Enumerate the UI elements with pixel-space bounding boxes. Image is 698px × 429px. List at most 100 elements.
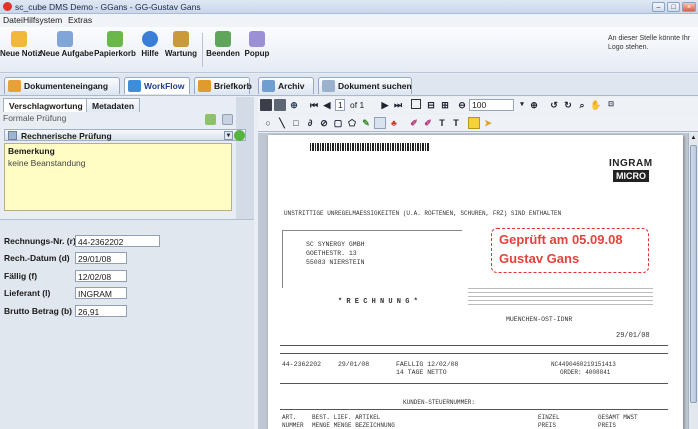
tab-workflow[interactable]: WorkFlow <box>124 77 190 94</box>
fit-width-icon[interactable]: ⊟ <box>425 99 437 111</box>
confirm-icon[interactable] <box>205 114 216 125</box>
main-toolbar: Neue Notiz Neue Aufgabe Papierkorb Hilfe… <box>0 27 698 73</box>
last-page-icon[interactable]: ⏭ <box>392 99 404 111</box>
trash-icon <box>107 31 123 47</box>
no-entry-tool-icon[interactable]: ⊘ <box>318 117 330 129</box>
new-task-button[interactable]: Neue Aufgabe <box>40 31 94 58</box>
due-date-field[interactable]: 12/02/08 <box>75 270 127 282</box>
text-alt-tool-icon[interactable]: T <box>450 117 462 129</box>
scroll-up-icon[interactable]: ▲ <box>690 134 697 142</box>
maintenance-button[interactable]: Wartung <box>163 31 199 58</box>
rotate-right-icon[interactable]: ↻ <box>562 99 574 111</box>
app-icon <box>3 2 12 11</box>
new-note-button[interactable]: Neue Notiz <box>0 31 41 58</box>
due-date-label: Fällig (f) <box>4 271 38 281</box>
close-window-button[interactable]: × <box>682 2 696 12</box>
print-icon[interactable] <box>274 99 286 111</box>
table-top-line <box>280 345 668 346</box>
color-fill-icon[interactable] <box>468 117 480 129</box>
address-line-2: GOETHESTR. 13 <box>306 250 357 257</box>
row-terms: 14 TAGE NETTO <box>396 369 447 376</box>
subtab-verschlagwortung[interactable]: Verschlagwortung <box>3 98 89 112</box>
scrollbar-thumb[interactable] <box>690 145 697 403</box>
minimize-button[interactable]: – <box>652 2 665 12</box>
help-button[interactable]: Hilfe <box>140 31 160 58</box>
inbox-icon <box>8 80 21 92</box>
highlight-tool-icon[interactable]: ✐ <box>408 117 420 129</box>
document-header-line: UNSTRITTIGE UNREGELMAESSIGKEITEN (U.A. R… <box>284 210 562 217</box>
previous-page-icon[interactable]: ◀ <box>321 99 333 111</box>
first-page-icon[interactable]: ⏮ <box>308 99 320 111</box>
rectangle-tool-icon[interactable]: □ <box>290 117 302 129</box>
zoom-dropdown-icon[interactable]: ▾ <box>516 99 528 111</box>
fit-page-icon[interactable]: ⊡ <box>604 99 618 111</box>
approval-stamp: Geprüft am 05.09.08 Gustav Gans <box>491 228 649 273</box>
menu-bar: Datei Hilfsystem Extras <box>0 14 698 27</box>
menu-extras[interactable]: Extras <box>68 15 92 25</box>
maximize-button[interactable]: □ <box>667 2 680 12</box>
note-icon <box>11 31 27 47</box>
polygon-tool-icon[interactable]: ⬠ <box>346 117 358 129</box>
search-document-icon <box>322 80 335 92</box>
single-page-icon[interactable] <box>411 99 421 109</box>
tab-dokumenteneingang[interactable]: Dokumenteneingang <box>4 77 120 94</box>
invoice-date-print: 29/01/08 <box>616 332 650 340</box>
rotate-left-icon[interactable]: ↺ <box>548 99 560 111</box>
archive-icon <box>262 80 275 92</box>
tab-briefkorb[interactable]: Briefkorb <box>194 77 252 94</box>
marker-tool-icon[interactable]: ✎ <box>360 117 372 129</box>
gross-amount-field[interactable]: 26,91 <box>75 305 127 317</box>
workflow-icon <box>128 80 141 92</box>
invoice-page: INGRAM MICRO UNSTRITTIGE UNREGELMAESSIGK… <box>268 135 683 429</box>
popup-button[interactable]: Popup <box>243 31 271 58</box>
supplier-field[interactable]: INGRAM <box>75 287 127 299</box>
box-tool-icon[interactable]: ▢ <box>332 117 344 129</box>
zoom-in-icon[interactable]: ⊕ <box>528 99 540 111</box>
invoice-date-field[interactable]: 29/01/08 <box>75 252 127 264</box>
wrench-icon <box>173 31 189 47</box>
search-icon[interactable]: ⌕ <box>576 99 588 111</box>
chevron-down-icon[interactable]: ▼ <box>224 131 233 140</box>
stamp-tool-icon[interactable]: ♣ <box>388 117 400 129</box>
col-einzel: EINZEL <box>538 414 560 421</box>
invoice-number-field[interactable]: 44-2362202 <box>75 235 160 247</box>
invoice-number-label: Rechnungs-Nr. (r) <box>4 236 76 246</box>
side-button[interactable] <box>222 114 233 125</box>
document-viewer[interactable]: INGRAM MICRO UNSTRITTIGE UNREGELMAESSIGK… <box>258 133 688 429</box>
logo-placeholder-text: An dieser Stelle könnte Ihr Logo stehen. <box>608 35 691 51</box>
exit-button[interactable]: Beenden <box>206 31 240 58</box>
freehand-tool-icon[interactable]: ∂ <box>304 117 316 129</box>
exit-icon <box>215 31 231 47</box>
hand-tool-icon[interactable]: ✋ <box>590 99 602 111</box>
menu-datei[interactable]: Datei <box>3 15 23 25</box>
tab-archiv[interactable]: Archiv <box>258 77 314 94</box>
ellipse-tool-icon[interactable]: ○ <box>262 117 274 129</box>
note-tool-icon[interactable] <box>374 117 386 129</box>
task-icon <box>57 31 73 47</box>
tab-dokument-suchen[interactable]: Dokument suchen <box>318 77 412 94</box>
grid-view-icon[interactable]: ⊞ <box>439 99 451 111</box>
page-total-label: of 1 <box>350 100 365 110</box>
line-tool-icon[interactable]: ╲ <box>276 117 288 129</box>
zoom-icon[interactable]: ⊕ <box>288 99 300 111</box>
text-tool-icon[interactable]: T <box>436 117 448 129</box>
page-number-field[interactable]: 1 <box>335 99 345 111</box>
highlight-alt-tool-icon[interactable]: ✐ <box>422 117 434 129</box>
calc-check-header[interactable]: Rechnerische Prüfung ▼ <box>4 129 246 141</box>
zoom-out-icon[interactable]: ⊖ <box>456 99 468 111</box>
subtab-metadaten[interactable]: Metadaten <box>86 98 141 112</box>
vertical-scrollbar[interactable]: ▲ <box>688 133 698 429</box>
next-page-icon[interactable]: ▶ <box>379 99 391 111</box>
remark-field[interactable]: Bemerkung keine Beanstandung <box>4 143 232 211</box>
toolbar-separator <box>202 33 203 67</box>
trash-button[interactable]: Papierkorb <box>93 31 137 58</box>
save-icon[interactable] <box>260 99 272 111</box>
row-order: ORDER: 4008841 <box>560 369 611 376</box>
gross-amount-label: Brutto Betrag (b) <box>4 306 72 316</box>
zoom-field[interactable]: 100 <box>469 99 514 111</box>
col-art: ART. <box>282 414 297 421</box>
table-bottom-line <box>280 383 668 384</box>
next-tool-icon[interactable]: ➤ <box>482 117 494 129</box>
approve-icon[interactable] <box>234 130 245 141</box>
menu-hilfsystem[interactable]: Hilfsystem <box>23 15 62 25</box>
